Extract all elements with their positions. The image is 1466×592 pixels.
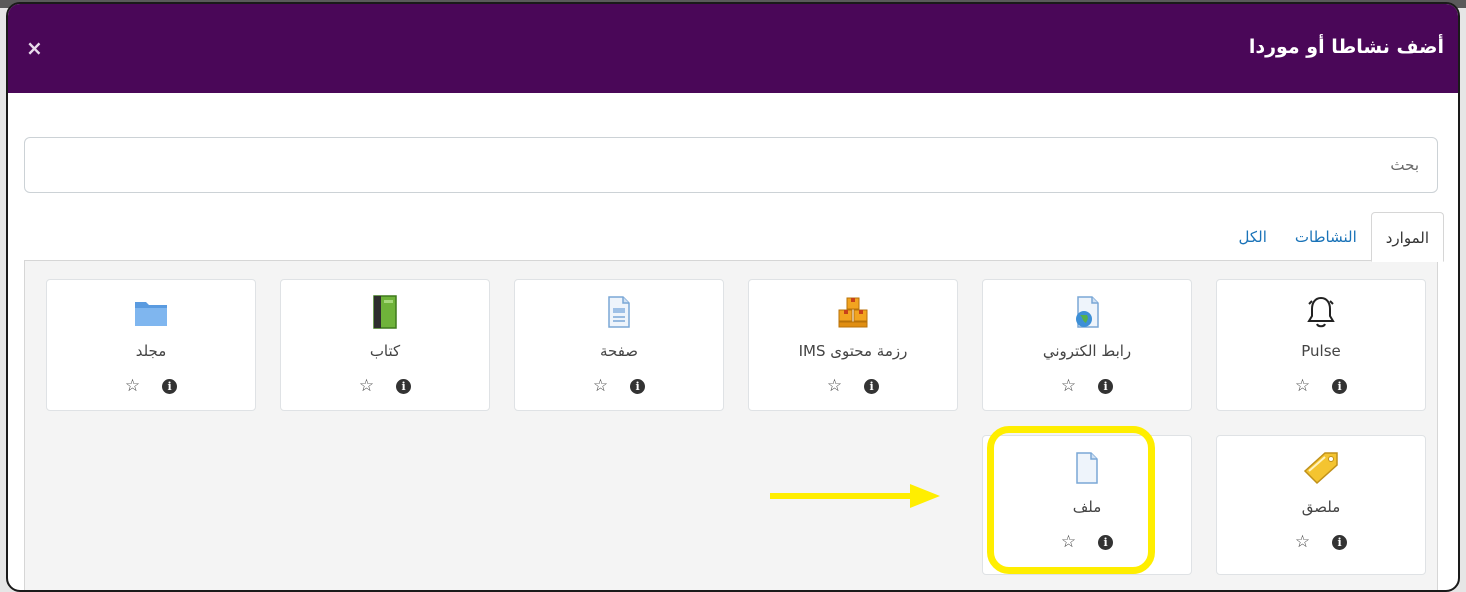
dialog-title: أضف نشاطا أو موردا [1248, 36, 1444, 58]
star-icon[interactable]: ☆ [827, 377, 842, 395]
bell-icon [1217, 294, 1425, 330]
tab-resources[interactable]: الموارد [1370, 212, 1444, 262]
card-pulse[interactable]: Pulse ☆ i [1216, 279, 1426, 411]
card-folder[interactable]: مجلد ☆ i [46, 279, 256, 411]
label-tag-icon [1217, 450, 1425, 486]
ims-boxes-icon [749, 294, 957, 330]
card-label: صفحة [599, 342, 639, 360]
card-label: رزمة محتوى IMS [798, 342, 908, 360]
file-icon [983, 450, 1191, 486]
card-url[interactable]: رابط الكتروني ☆ i [982, 279, 1192, 411]
url-globe-icon [983, 294, 1191, 330]
info-icon[interactable]: i [1098, 534, 1114, 550]
tab-all[interactable]: الكل [1225, 212, 1281, 262]
star-icon[interactable]: ☆ [1295, 377, 1310, 395]
star-icon[interactable]: ☆ [593, 377, 608, 395]
search-input[interactable] [24, 137, 1438, 193]
star-icon[interactable]: ☆ [359, 377, 374, 395]
card-label: ملصق [1301, 498, 1341, 516]
info-icon[interactable]: i [630, 378, 646, 394]
card-label: مجلد [135, 342, 167, 360]
card-book[interactable]: كتاب ☆ i [280, 279, 490, 411]
card-label: Pulse [1301, 342, 1341, 360]
card-label: رابط الكتروني [1042, 342, 1132, 360]
card-file[interactable]: ملف ☆ i [982, 435, 1192, 575]
info-icon[interactable]: i [162, 378, 178, 394]
info-icon[interactable]: i [864, 378, 880, 394]
card-page[interactable]: صفحة ☆ i [514, 279, 724, 411]
info-icon[interactable]: i [1332, 378, 1348, 394]
card-ims-package[interactable]: رزمة محتوى IMS ☆ i [748, 279, 958, 411]
star-icon[interactable]: ☆ [1295, 533, 1310, 551]
tab-bar: الكل النشاطات الموارد [1225, 212, 1444, 262]
card-label-resource[interactable]: ملصق ☆ i [1216, 435, 1426, 575]
card-label: ملف [1072, 498, 1102, 516]
card-label: كتاب [369, 342, 401, 360]
tab-activities[interactable]: النشاطات [1281, 212, 1371, 262]
star-icon[interactable]: ☆ [125, 377, 140, 395]
page-icon [515, 294, 723, 330]
close-button[interactable]: × [26, 38, 43, 58]
info-icon[interactable]: i [396, 378, 412, 394]
star-icon[interactable]: ☆ [1061, 377, 1076, 395]
arrow-right-icon [770, 484, 940, 508]
resources-panel: Pulse ☆ i رابط الكتروني ☆ i رزمة محتوى I… [24, 260, 1438, 590]
info-icon[interactable]: i [1098, 378, 1114, 394]
star-icon[interactable]: ☆ [1061, 533, 1076, 551]
info-icon[interactable]: i [1332, 534, 1348, 550]
dialog-header: × أضف نشاطا أو موردا [8, 4, 1458, 93]
add-activity-dialog: × أضف نشاطا أو موردا الكل النشاطات الموا… [6, 2, 1460, 592]
book-icon [281, 294, 489, 330]
folder-icon [47, 294, 255, 330]
